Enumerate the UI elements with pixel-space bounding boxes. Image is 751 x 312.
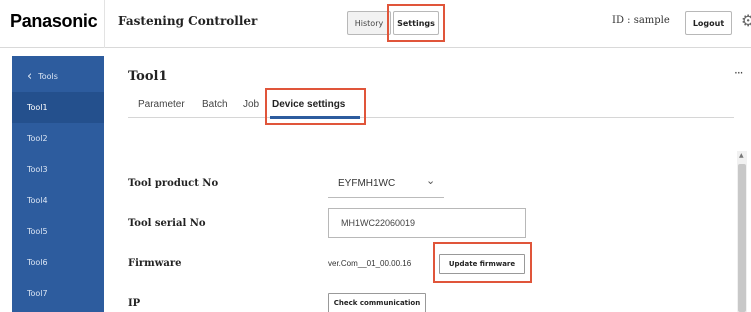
serial-no-field[interactable]: [328, 208, 526, 238]
tab-job[interactable]: Job: [243, 99, 259, 110]
panasonic-logo: Panasonic: [10, 11, 98, 31]
product-no-label: Tool product No: [128, 178, 219, 189]
sidebar-item-tool2[interactable]: Tool2: [12, 123, 104, 154]
tab-parameter[interactable]: Parameter: [138, 99, 185, 110]
sidebar-back-label: Tools: [38, 72, 58, 81]
check-communication-button[interactable]: Check communication: [328, 293, 426, 312]
sidebar-item-tool5[interactable]: Tool5: [12, 216, 104, 247]
active-tab-indicator: [270, 116, 360, 119]
user-id-text: ID : sample: [612, 15, 670, 26]
product-no-select[interactable]: EYFMH1WC: [338, 178, 395, 189]
scrollbar-thumb[interactable]: [738, 164, 746, 312]
chevron-left-icon: ‹: [27, 69, 33, 84]
scroll-up-arrow-icon[interactable]: ▲: [739, 152, 744, 159]
history-button[interactable]: History: [347, 11, 391, 35]
app-window: Panasonic Fastening Controller History S…: [0, 0, 751, 312]
ip-label: IP: [128, 298, 141, 309]
product-no-select-underline: [328, 197, 444, 198]
update-firmware-button[interactable]: Update firmware: [439, 254, 525, 274]
gear-icon[interactable]: ⚙: [741, 13, 751, 29]
chevron-down-icon[interactable]: ⌄: [426, 175, 435, 186]
main-panel: Tool1 ··· Parameter Batch Job Device set…: [112, 56, 751, 312]
sidebar: ‹ Tools Tool1 Tool2 Tool3 Tool4 Tool5 To…: [12, 56, 104, 312]
top-header: Panasonic Fastening Controller History S…: [0, 0, 751, 48]
serial-no-label: Tool serial No: [128, 218, 206, 229]
sidebar-item-tool7[interactable]: Tool7: [12, 278, 104, 309]
logout-button[interactable]: Logout: [685, 11, 732, 35]
header-divider: [104, 0, 105, 48]
settings-button[interactable]: Settings: [393, 11, 439, 35]
app-title: Fastening Controller: [118, 14, 258, 28]
tab-batch[interactable]: Batch: [202, 99, 228, 110]
more-options-icon[interactable]: ···: [734, 66, 744, 80]
page-title: Tool1: [128, 69, 168, 84]
sidebar-item-tool4[interactable]: Tool4: [12, 185, 104, 216]
sidebar-item-tool3[interactable]: Tool3: [12, 154, 104, 185]
sidebar-back-tools[interactable]: ‹ Tools: [12, 61, 104, 92]
tabs-divider: [128, 117, 734, 118]
firmware-label: Firmware: [128, 258, 182, 269]
sidebar-item-tool6[interactable]: Tool6: [12, 247, 104, 278]
firmware-version: ver.Com__01_00.00.16: [328, 259, 412, 268]
sidebar-item-tool1[interactable]: Tool1: [12, 92, 104, 123]
tab-device-settings[interactable]: Device settings: [272, 99, 345, 110]
